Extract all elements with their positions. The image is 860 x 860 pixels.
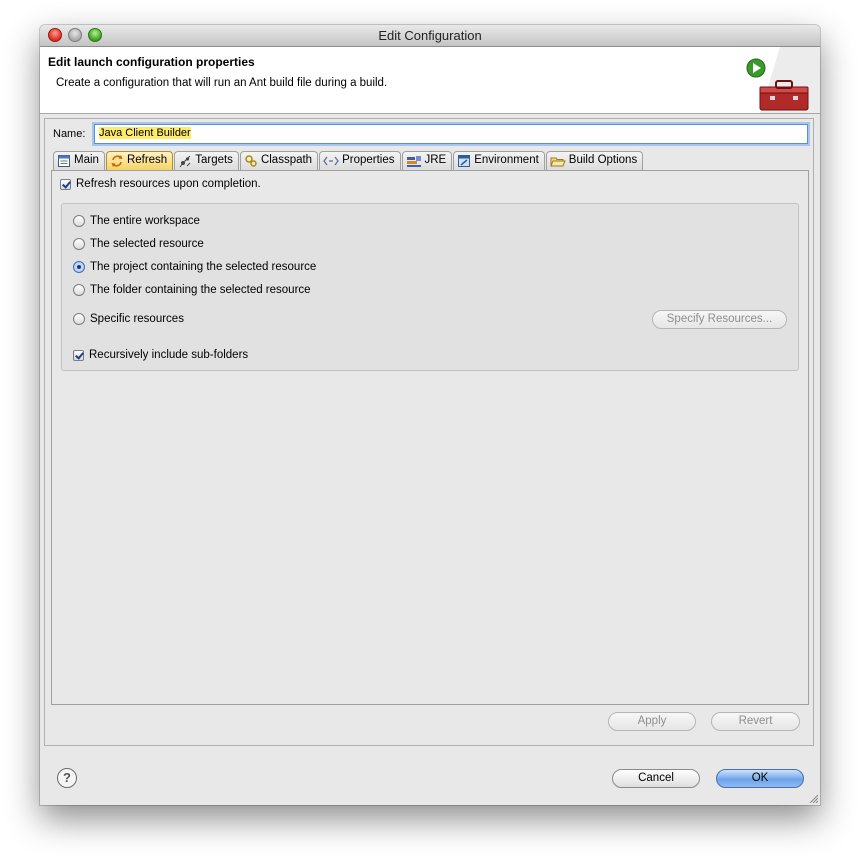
environment-icon	[458, 155, 471, 167]
tab-refresh-label: Refresh	[126, 154, 168, 166]
scope-selected-resource-label: The selected resource	[90, 238, 204, 250]
scope-entire-workspace-radio[interactable]	[73, 215, 85, 227]
tab-main-label: Main	[74, 154, 99, 166]
tab-targets-label: Targets	[195, 154, 233, 166]
refresh-upon-completion-label: Refresh resources upon completion.	[76, 178, 261, 190]
recursive-subfolders-label: Recursively include sub-folders	[89, 349, 249, 361]
ant-launch-toolbox-icon	[746, 47, 820, 113]
tab-environment-label: Environment	[474, 154, 539, 166]
cancel-button[interactable]: Cancel	[612, 769, 700, 788]
tab-build-options[interactable]: Build Options	[545, 151, 644, 170]
refresh-scope-group: The entire workspace The selected resour…	[61, 203, 799, 371]
targets-icon	[179, 155, 191, 168]
name-field-value: Java Client Builder	[99, 127, 191, 139]
dialog-banner: Edit launch configuration properties Cre…	[40, 47, 820, 114]
scope-containing-project[interactable]: The project containing the selected reso…	[73, 261, 316, 273]
scope-specific-resources[interactable]: Specific resources	[73, 313, 184, 325]
banner-message: Create a configuration that will run an …	[56, 77, 388, 89]
specify-resources-button[interactable]: Specify Resources...	[652, 310, 787, 329]
title-bar: Edit Configuration	[40, 25, 820, 47]
scope-containing-folder[interactable]: The folder containing the selected resou…	[73, 284, 311, 296]
recursive-subfolders-checkbox[interactable]	[73, 349, 84, 361]
tab-properties[interactable]: Properties	[319, 151, 401, 170]
tab-bar: Main Refresh Targets Classpath Propertie…	[53, 151, 644, 171]
tab-jre-label: JRE	[424, 154, 447, 166]
tab-jre[interactable]: JRE	[401, 151, 453, 170]
main-tab-icon	[58, 155, 70, 167]
scope-containing-project-radio[interactable]	[73, 261, 85, 273]
ok-button[interactable]: OK	[716, 769, 804, 788]
help-icon[interactable]: ?	[57, 768, 77, 788]
scope-selected-resource-radio[interactable]	[73, 238, 85, 250]
scope-entire-workspace[interactable]: The entire workspace	[73, 215, 200, 227]
configuration-content: Name: Java Client Builder Main Refresh T…	[44, 118, 814, 746]
properties-icon	[323, 156, 339, 166]
refresh-tab-panel: Refresh resources upon completion. The e…	[51, 170, 809, 705]
banner-title: Edit launch configuration properties	[48, 55, 255, 69]
tab-targets[interactable]: Targets	[174, 151, 239, 170]
scope-specific-resources-radio[interactable]	[73, 313, 85, 325]
scope-containing-folder-label: The folder containing the selected resou…	[90, 284, 311, 296]
name-label: Name:	[53, 128, 86, 140]
tab-refresh[interactable]: Refresh	[105, 151, 174, 171]
tab-properties-label: Properties	[342, 154, 395, 166]
jre-icon	[406, 156, 421, 167]
window-title: Edit Configuration	[378, 28, 482, 43]
refresh-upon-completion-option[interactable]: Refresh resources upon completion.	[60, 178, 261, 190]
build-options-icon	[550, 157, 566, 167]
scope-containing-folder-radio[interactable]	[73, 284, 85, 296]
scope-selected-resource[interactable]: The selected resource	[73, 238, 204, 250]
tab-build-options-label: Build Options	[568, 154, 638, 166]
resize-grip-icon[interactable]	[808, 793, 818, 803]
scope-containing-project-label: The project containing the selected reso…	[90, 261, 317, 273]
recursive-subfolders-option[interactable]: Recursively include sub-folders	[73, 349, 248, 361]
revert-button[interactable]: Revert	[711, 712, 800, 731]
tab-classpath-label: Classpath	[260, 154, 313, 166]
edit-configuration-dialog: Edit Configuration Edit launch configura…	[40, 25, 820, 805]
scope-specific-resources-label: Specific resources	[90, 313, 184, 325]
tab-environment[interactable]: Environment	[453, 151, 545, 170]
name-field[interactable]: Java Client Builder	[94, 124, 808, 144]
scope-entire-workspace-label: The entire workspace	[90, 215, 200, 227]
tab-classpath[interactable]: Classpath	[239, 151, 319, 170]
refresh-icon	[111, 155, 123, 167]
apply-button[interactable]: Apply	[608, 712, 696, 731]
classpath-icon	[245, 155, 257, 167]
tab-main[interactable]: Main	[53, 151, 105, 170]
refresh-upon-completion-checkbox[interactable]	[60, 178, 71, 190]
